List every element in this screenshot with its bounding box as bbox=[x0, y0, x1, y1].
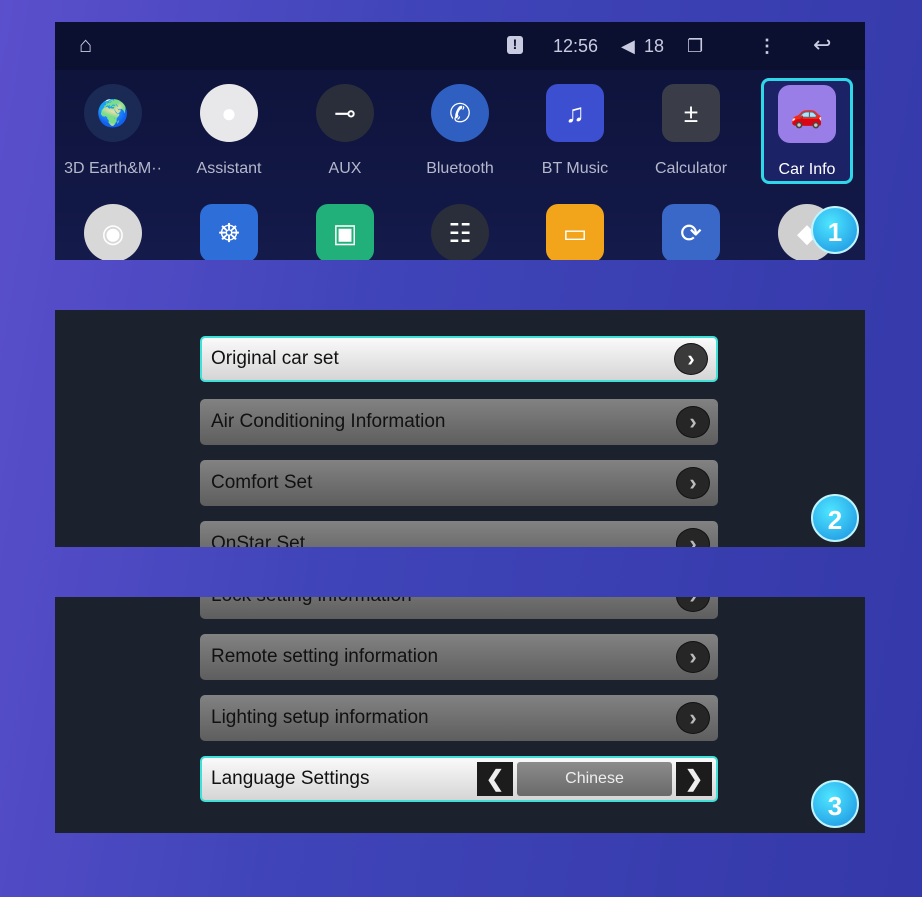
car-info-menu-panel-scrolled: Lock setting information›Remote setting … bbox=[55, 597, 865, 833]
equalizer-icon: ☷ bbox=[431, 204, 489, 260]
clock: 12:56 bbox=[553, 36, 599, 56]
menu-item[interactable]: Lighting setup information › bbox=[200, 695, 718, 741]
chrome-icon: ◉ bbox=[84, 204, 142, 260]
app-assistant[interactable]: ● Assistant bbox=[179, 84, 279, 178]
chevron-right-icon[interactable]: › bbox=[676, 406, 710, 438]
menu-item[interactable]: Remote setting information › bbox=[200, 634, 718, 680]
app-label: Assistant bbox=[196, 160, 262, 177]
app-tile[interactable]: ☷ bbox=[410, 204, 510, 260]
menu-item[interactable]: Original car set › bbox=[200, 336, 718, 382]
app-bt-music[interactable]: ♫ BT Music bbox=[525, 84, 625, 178]
app-bluetooth[interactable]: ✆ Bluetooth bbox=[410, 84, 510, 178]
app-label: Calculator bbox=[654, 160, 728, 177]
language-prev-button[interactable]: ❮ bbox=[477, 762, 513, 796]
camera-app-icon: ▣ bbox=[316, 204, 374, 260]
volume-level: 18 bbox=[644, 36, 665, 56]
folder-icon: ▭ bbox=[546, 204, 604, 260]
app-label: AUX bbox=[328, 160, 362, 177]
menu-item-label: Air Conditioning Information bbox=[211, 411, 446, 432]
earth-icon: 🌍 bbox=[84, 84, 142, 142]
app-label: 3D Earth&M·· bbox=[64, 160, 162, 177]
app-tile[interactable]: ▣ bbox=[295, 204, 395, 260]
app-calculator[interactable]: ± Calculator bbox=[641, 84, 741, 178]
step-badge-3: 3 bbox=[811, 780, 859, 828]
menu-item-label: Original car set bbox=[211, 348, 339, 369]
app-tile[interactable]: ◉ bbox=[63, 204, 163, 260]
app-label: Bluetooth bbox=[426, 160, 494, 177]
chevron-right-icon[interactable]: › bbox=[676, 641, 710, 673]
language-settings-label: Language Settings bbox=[211, 768, 370, 789]
back-icon[interactable]: ↩ bbox=[813, 32, 831, 58]
language-value[interactable]: Chinese bbox=[517, 762, 672, 796]
app-tile[interactable]: ▭ bbox=[525, 204, 625, 260]
language-next-button[interactable]: ❯ bbox=[676, 762, 712, 796]
bt-music-icon: ♫ bbox=[546, 84, 604, 142]
app-3d-earth-m-[interactable]: 🌍 3D Earth&M·· bbox=[63, 84, 163, 178]
menu-item[interactable]: Lock setting information › bbox=[200, 597, 718, 619]
app-aux[interactable]: ⊸ AUX bbox=[295, 84, 395, 178]
step-badge-2: 2 bbox=[811, 494, 859, 542]
volume-icon[interactable]: ◀ bbox=[621, 36, 635, 57]
bluetooth-phone-icon: ✆ bbox=[431, 84, 489, 142]
calculator-icon: ± bbox=[662, 84, 720, 142]
home-screen-panel: ⌂ ! 12:56 ◀ 18 ❐ ⋮ ↩ 🌍 3D Earth&M·· ● As… bbox=[55, 22, 865, 260]
cloud-sync-icon: ⟳ bbox=[662, 204, 720, 260]
car-info-menu-panel: Original car set › Air Conditioning Inform… bbox=[55, 310, 865, 547]
step-badge-1: 1 bbox=[811, 206, 859, 254]
chevron-right-icon[interactable]: › bbox=[676, 702, 710, 734]
assistant-icon: ● bbox=[200, 84, 258, 142]
chevron-right-icon[interactable]: › bbox=[676, 528, 710, 547]
menu-item-label: Remote setting information bbox=[211, 646, 439, 667]
app-tile[interactable]: ⟳ bbox=[641, 204, 741, 260]
menu-item-label: Lock setting information bbox=[211, 597, 412, 606]
app-label: BT Music bbox=[541, 160, 609, 177]
language-settings-row: Language Settings ❮ Chinese ❯ bbox=[200, 756, 718, 802]
aux-cable-icon: ⊸ bbox=[316, 84, 374, 142]
alert-icon: ! bbox=[507, 36, 523, 54]
menu-item[interactable]: Comfort Set › bbox=[200, 460, 718, 506]
app-label: Car Info bbox=[778, 161, 836, 178]
home-icon[interactable]: ⌂ bbox=[79, 32, 92, 58]
chevron-right-icon[interactable]: › bbox=[676, 597, 710, 612]
menu-item[interactable]: OnStar Set › bbox=[200, 521, 718, 547]
more-icon[interactable]: ⋮ bbox=[758, 36, 776, 57]
car-info-icon: 🚗 bbox=[778, 85, 836, 143]
chevron-right-icon[interactable]: › bbox=[674, 343, 708, 375]
recent-apps-icon[interactable]: ❐ bbox=[687, 36, 703, 57]
app-tile[interactable]: ☸ bbox=[179, 204, 279, 260]
steering-wheel-icon: ☸ bbox=[200, 204, 258, 260]
chevron-right-icon[interactable]: › bbox=[676, 467, 710, 499]
menu-item-label: OnStar Set bbox=[211, 533, 305, 547]
menu-item-label: Comfort Set bbox=[211, 472, 313, 493]
menu-item[interactable]: Air Conditioning Information › bbox=[200, 399, 718, 445]
menu-item-label: Lighting setup information bbox=[211, 707, 429, 728]
status-bar: ⌂ ! 12:56 ◀ 18 ❐ ⋮ ↩ bbox=[55, 22, 865, 70]
app-car-info[interactable]: 🚗 Car Info bbox=[761, 78, 853, 184]
